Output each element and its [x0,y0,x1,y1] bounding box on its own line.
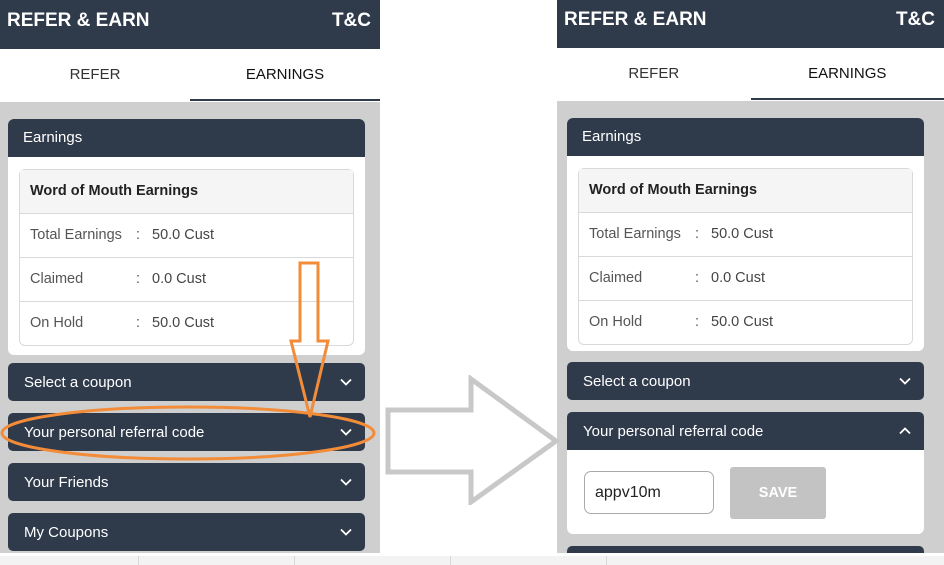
tab-earnings[interactable]: EARNINGS [750,48,944,101]
terms-link[interactable]: T&C [332,10,371,32]
page-title: REFER & EARN [564,9,707,30]
referral-code-panel: appv10m SAVE [567,450,924,534]
table-title: Word of Mouth Earnings [579,169,912,213]
footer-divider [450,556,451,565]
referral-code-input[interactable]: appv10m [584,471,714,514]
app-header: REFER & EARN T&C [0,0,380,49]
earnings-table: Word of Mouth Earnings Total Earnings:50… [578,168,913,345]
my-coupons-accordion[interactable]: My Coupons [8,513,365,551]
earnings-card-title: Earnings [8,119,365,157]
footer-divider [294,556,295,565]
chevron-down-icon [899,377,911,385]
earnings-card: Earnings Word of Mouth Earnings Total Ea… [567,118,924,351]
transition-arrow-icon [385,375,560,505]
tab-refer[interactable]: REFER [557,48,751,101]
table-row: Total Earnings:50.0 Cust [20,214,353,258]
footer-bar [0,556,944,565]
chevron-down-icon [340,478,352,486]
select-coupon-accordion[interactable]: Select a coupon [567,362,924,400]
phone-screen-after: REFER & EARN T&C REFER EARNINGS Earnings… [557,0,944,553]
page-title: REFER & EARN [7,10,150,31]
terms-link[interactable]: T&C [896,9,935,31]
table-row: Claimed:0.0 Cust [579,257,912,301]
table-row: On Hold:50.0 Cust [589,314,774,330]
footer-divider [138,556,139,565]
save-button[interactable]: SAVE [730,467,826,519]
tab-earnings[interactable]: EARNINGS [190,49,380,102]
footer-divider [606,556,607,565]
table-row: Total Earnings:50.0 Cust [579,213,912,257]
chevron-down-icon [340,528,352,536]
tab-bar: REFER EARNINGS [557,48,944,101]
your-friends-accordion[interactable] [567,546,924,553]
tab-refer[interactable]: REFER [0,49,190,102]
highlight-annotation [0,261,376,461]
your-friends-accordion[interactable]: Your Friends [8,463,365,501]
app-header: REFER & EARN T&C [557,0,944,48]
earnings-card-title: Earnings [567,118,924,156]
tab-bar: REFER EARNINGS [0,49,380,102]
table-title: Word of Mouth Earnings [20,170,353,214]
referral-code-accordion[interactable]: Your personal referral code [567,412,924,450]
chevron-up-icon [899,427,911,435]
